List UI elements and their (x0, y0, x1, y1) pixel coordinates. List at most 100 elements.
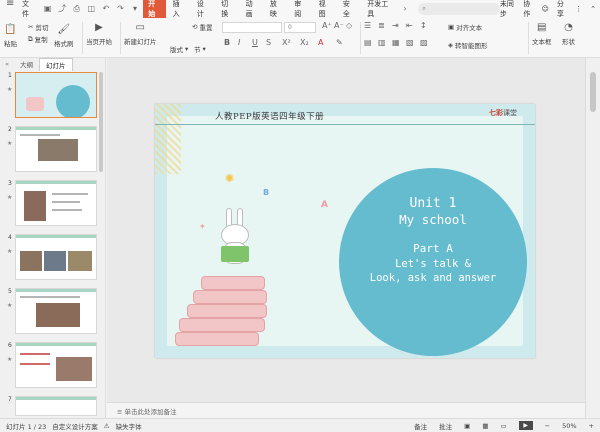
more-icon[interactable]: ⋮ (575, 5, 582, 13)
zoom-level[interactable]: 50% (562, 422, 576, 430)
numbering-icon[interactable]: ≣ (378, 21, 385, 30)
columns-icon[interactable]: ▨ (420, 38, 428, 47)
more-tabs-icon[interactable]: › (400, 4, 411, 14)
save-icon[interactable]: ▣ (42, 4, 53, 14)
redo-icon[interactable]: ↷ (115, 4, 126, 14)
line-spacing-icon[interactable]: ↕ (420, 21, 427, 30)
highlight-icon[interactable]: ✎ (336, 38, 343, 47)
file-menu[interactable]: 文件 (0, 0, 40, 19)
slide-thumbnail[interactable] (15, 288, 97, 334)
slide-thumbnail-row[interactable]: 7 (0, 396, 104, 416)
animation-star-icon: ★ (7, 86, 13, 93)
share-button[interactable]: 分享 (557, 0, 567, 19)
slide-thumbnail[interactable] (15, 126, 97, 172)
font-size-select[interactable]: 0 (284, 22, 316, 33)
underline-icon[interactable]: U (252, 38, 258, 47)
shapes-button[interactable]: ◔ 形状 (562, 22, 575, 46)
canvas-scrollbar[interactable] (585, 58, 600, 418)
format-painter-button[interactable]: 🖌 格式刷 (54, 24, 74, 48)
outdent-icon[interactable]: ⇤ (406, 21, 413, 30)
align-right-icon[interactable]: ▦ (392, 38, 400, 47)
copy-button[interactable]: ⧉ 复制 (28, 34, 48, 45)
sun-icon: ✺ (225, 172, 235, 185)
collab-button[interactable]: 协作 (523, 0, 533, 19)
font-color-icon[interactable]: A (318, 38, 323, 47)
panel-scrollbar[interactable] (99, 72, 103, 172)
lesson-line-2: Look, ask and answer (369, 272, 497, 284)
section-button[interactable]: 节 ▾ (194, 44, 206, 54)
zoom-in-icon[interactable]: + (589, 422, 594, 430)
italic-icon[interactable]: I (238, 38, 240, 47)
export-icon[interactable]: ⤴ (57, 4, 68, 14)
align-left-icon[interactable]: ▤ (364, 38, 372, 47)
strikethrough-icon[interactable]: X² (282, 38, 291, 47)
zoom-out-icon[interactable]: − (545, 422, 550, 430)
part-label: Part A (413, 242, 453, 255)
animation-star-icon: ★ (7, 302, 13, 309)
tab-slides[interactable]: 幻灯片 (39, 57, 73, 71)
slide-thumbnail-row[interactable]: 6 ★ (0, 342, 104, 388)
slide-thumbnail[interactable] (15, 234, 97, 280)
smile-icon[interactable]: ☺ (542, 5, 549, 13)
slide-thumbnail-row[interactable]: 1 ★ (0, 72, 104, 118)
thumb-image (36, 303, 80, 327)
grow-font-icon[interactable]: A⁺ (322, 21, 332, 30)
design-scheme[interactable]: 自定义设计方案 (52, 421, 98, 431)
comment-toggle[interactable]: 批注 (439, 421, 452, 431)
indent-icon[interactable]: ⇥ (392, 21, 399, 30)
play-slideshow-button[interactable]: ▶ (518, 421, 533, 430)
slide-thumbnail[interactable] (15, 396, 97, 416)
undo-icon[interactable]: ↶ (101, 4, 112, 14)
normal-view-icon[interactable]: ▣ (464, 422, 470, 430)
collapse-panel-icon[interactable]: « (0, 60, 14, 68)
print-icon[interactable]: ⎙ (71, 4, 82, 14)
slide-thumbnail[interactable] (15, 72, 97, 118)
cut-button[interactable]: ✂ 剪切 (28, 22, 48, 32)
convert-smartart-button[interactable]: ◈ 转智能图形 (448, 40, 488, 50)
slide-thumbnail-row[interactable]: 4 ★ (0, 234, 104, 280)
panel-tabs: « 大纲 幻灯片 (0, 57, 106, 71)
new-slide-button[interactable]: ▭ 新建幻灯片 (124, 22, 157, 46)
slide-thumbnail-row[interactable]: 3 ★ (0, 180, 104, 226)
textbox-button[interactable]: ▤ 文本框 (532, 22, 552, 46)
slide-thumbnail-row[interactable]: 2 ★ (0, 126, 104, 172)
notes-pane[interactable]: ≡ 单击此处添加备注 (107, 402, 585, 416)
reading-view-icon[interactable]: ▭ (500, 422, 506, 430)
sorter-view-icon[interactable]: ▦ (482, 422, 488, 430)
rabbit-illustration (217, 208, 253, 270)
scrollbar-thumb[interactable] (590, 72, 596, 112)
current-slide[interactable]: 人教PEP版英语四年级下册 七彩课堂 A C B ✺ ✦ Unit 1 (155, 104, 535, 358)
dropdown-icon[interactable]: ▾ (130, 4, 141, 14)
font-name-select[interactable] (222, 22, 282, 33)
bold-icon[interactable]: B (224, 38, 230, 47)
thumb-image (44, 251, 66, 271)
collapse-icon[interactable]: ⌃ (590, 5, 596, 13)
title-circle: Unit 1 My school Part A Let's talk & Loo… (339, 168, 527, 356)
slide-thumbnail[interactable] (15, 342, 97, 388)
subscript-icon[interactable]: X₂ (300, 38, 309, 47)
thumb-image (38, 139, 78, 161)
paste-button[interactable]: 📋 粘贴 (4, 24, 17, 48)
preview-icon[interactable]: ◫ (86, 4, 97, 14)
layout-button[interactable]: 版式 ▾ (170, 44, 188, 54)
slide-thumbnail[interactable] (15, 180, 97, 226)
bullets-icon[interactable]: ☰ (364, 21, 371, 30)
missing-font-link[interactable]: 缺失字体 (116, 421, 142, 431)
reset-button[interactable]: ⟲ 重置 (192, 22, 212, 32)
slide-thumbnail-row[interactable]: 5 ★ (0, 288, 104, 334)
align-center-icon[interactable]: ▥ (378, 38, 386, 47)
slide-start-button[interactable]: ▶ 当页开始 (86, 22, 112, 46)
shrink-font-icon[interactable]: A⁻ (334, 21, 344, 30)
thumb-image (20, 251, 42, 271)
slide-canvas: 人教PEP版英语四年级下册 七彩课堂 A C B ✺ ✦ Unit 1 (107, 58, 585, 402)
sync-status[interactable]: 未同步 (500, 0, 515, 19)
green-book (221, 246, 249, 262)
tab-outline[interactable]: 大纲 (14, 58, 39, 70)
search-box[interactable]: ⌕ (418, 3, 500, 15)
text-align-icon: ▣ (448, 23, 455, 31)
text-align-button[interactable]: ▣ 对齐文本 (448, 22, 482, 32)
justify-icon[interactable]: ▧ (406, 38, 414, 47)
notes-toggle[interactable]: 备注 (414, 421, 427, 431)
clear-format-icon[interactable]: ◇ (346, 21, 352, 30)
shadow-icon[interactable]: S (266, 38, 271, 47)
